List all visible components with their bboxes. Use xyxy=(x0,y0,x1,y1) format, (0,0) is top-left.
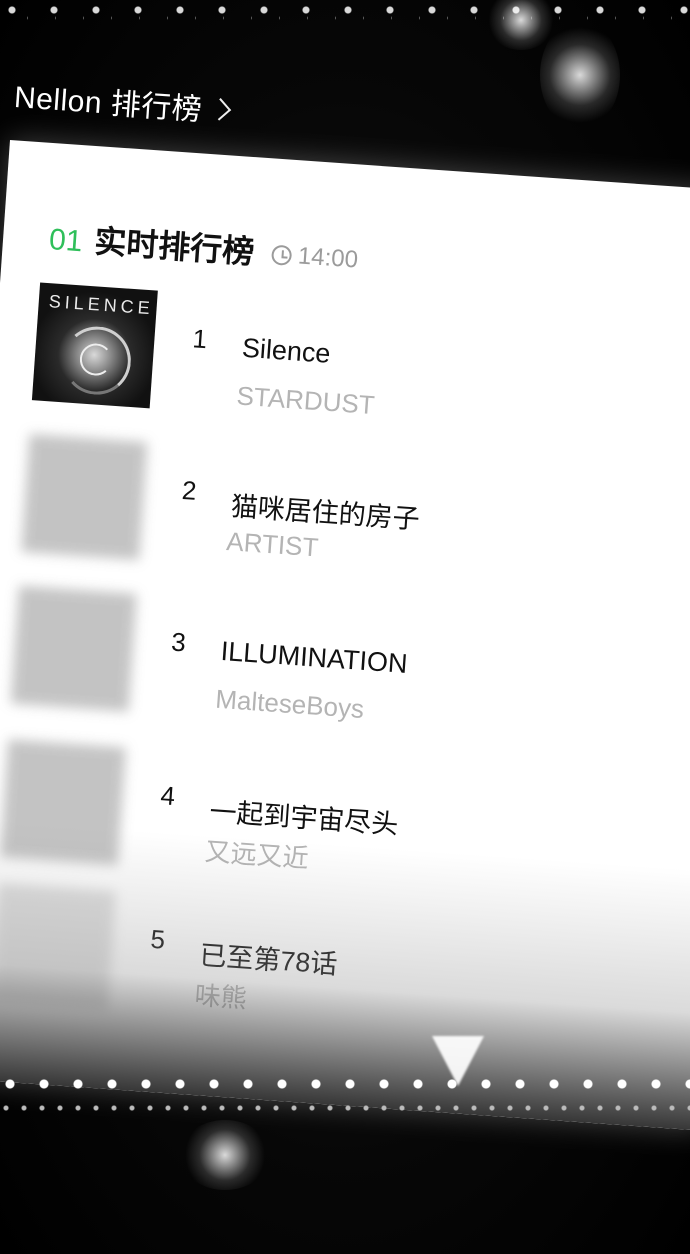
header-title: Nellon 排行榜 xyxy=(13,80,204,128)
album-cover-placeholder xyxy=(0,739,126,866)
rank-number: 4 xyxy=(159,780,177,812)
rank-number: 5 xyxy=(149,923,167,955)
sparkle-border-bottom xyxy=(0,1072,690,1118)
chevron-right-icon xyxy=(208,98,232,121)
chart-heading: 01 实时排行榜 14:00 xyxy=(48,213,360,280)
album-cover-placeholder xyxy=(10,585,137,712)
album-cover-placeholder xyxy=(21,434,148,561)
rank-number: 2 xyxy=(180,474,198,506)
scene: Nellon 排行榜 01 实时排行榜 14:00 SILENCE 1 Sile… xyxy=(0,0,690,1254)
chart-card: 01 实时排行榜 14:00 SILENCE 1 Silence STARDUS… xyxy=(0,140,690,1131)
artist-name: 味熊 xyxy=(193,980,248,1014)
song-title: ILLUMINATION xyxy=(219,635,409,679)
artist-name: MalteseBoys xyxy=(214,683,366,725)
rank-number: 3 xyxy=(170,626,187,658)
artist-name: ARTIST xyxy=(225,526,320,563)
song-title: Silence xyxy=(241,332,332,369)
chart-row-3[interactable]: 3 ILLUMINATION MalteseBoys xyxy=(0,583,677,762)
artist-name: 又远又近 xyxy=(203,836,310,874)
clock-icon xyxy=(271,244,293,266)
album-cover: SILENCE xyxy=(31,282,158,409)
cover-title: SILENCE xyxy=(48,291,155,319)
chart-title: 实时排行榜 xyxy=(93,222,256,272)
chart-number: 01 xyxy=(48,223,84,259)
chart-header-link[interactable]: Nellon 排行榜 xyxy=(13,72,232,131)
chart-row-2[interactable]: 2 猫咪居住的房子 ARTIST xyxy=(0,431,688,610)
album-cover-placeholder xyxy=(0,882,116,1009)
swirl-artwork xyxy=(60,324,134,397)
chart-row-1[interactable]: SILENCE 1 Silence STARDUST xyxy=(0,280,690,459)
update-time-value: 14:00 xyxy=(297,242,359,274)
artist-name: STARDUST xyxy=(235,380,376,421)
rank-number: 1 xyxy=(191,323,209,355)
song-title: 已至第78话 xyxy=(198,940,339,980)
light-glow xyxy=(486,0,556,50)
update-time: 14:00 xyxy=(271,241,359,275)
chart-row-4[interactable]: 4 一起到宇宙尽头 又远又近 xyxy=(0,737,667,916)
light-glow xyxy=(540,20,620,130)
light-glow xyxy=(180,1120,270,1190)
